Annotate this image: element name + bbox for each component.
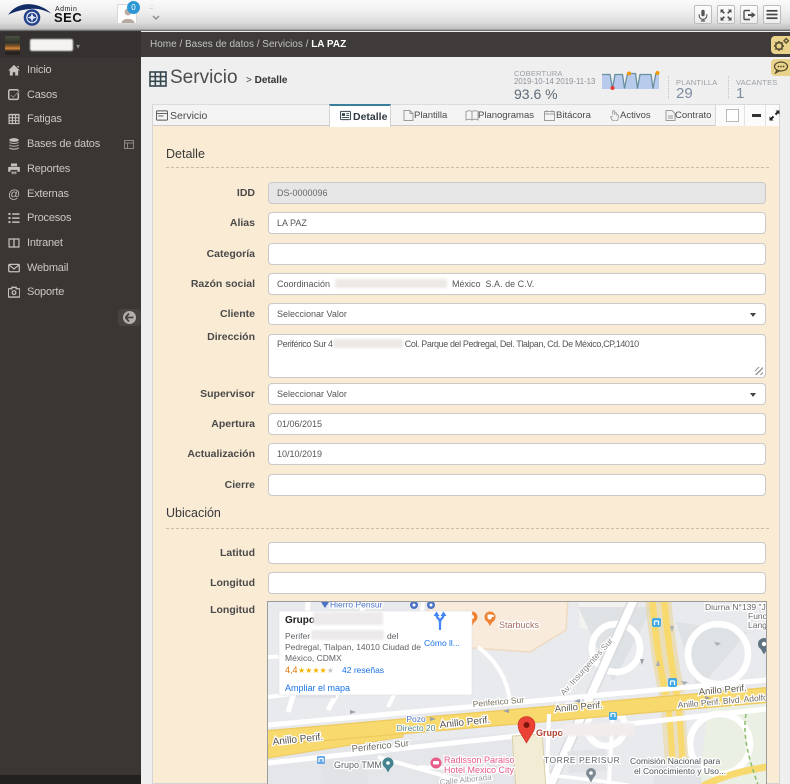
svg-text:Radisson Paraiso: Radisson Paraiso [444, 755, 515, 765]
svg-text:4,4: 4,4 [285, 665, 298, 675]
svg-text:México, CDMX: México, CDMX [285, 653, 342, 663]
svg-text:TORRE PERISUR: TORRE PERISUR [544, 755, 620, 765]
svg-text:Langd: Langd [748, 620, 767, 630]
svg-text:Cómo ll...: Cómo ll... [424, 638, 460, 648]
svg-text:★★★★★: ★★★★★ [298, 666, 334, 675]
svg-text:Directo 20: Directo 20 [397, 723, 436, 733]
svg-text:Ampliar el mapa: Ampliar el mapa [285, 683, 350, 693]
svg-text:42 reseñas: 42 reseñas [342, 665, 384, 675]
svg-text:el Conocimiento y Uso...: el Conocimiento y Uso... [634, 766, 726, 776]
svg-text:@: @ [8, 188, 20, 200]
svg-text:Grupo: Grupo [285, 615, 315, 626]
svg-text:Grupo TMM: Grupo TMM [334, 760, 382, 770]
svg-text:Hierro Pensur: Hierro Pensur [330, 602, 383, 610]
svg-text:Starbucks: Starbucks [499, 620, 540, 630]
svg-text:Perifer: Perifer [285, 631, 310, 641]
svg-text:del: del [387, 631, 398, 641]
svg-text:Pedregal, Tlalpan, 14010 Ciuda: Pedregal, Tlalpan, 14010 Ciudad de [285, 642, 421, 652]
svg-text:Grupo: Grupo [536, 728, 563, 738]
svg-text:Comisión Nacional para: Comisión Nacional para [630, 756, 721, 766]
